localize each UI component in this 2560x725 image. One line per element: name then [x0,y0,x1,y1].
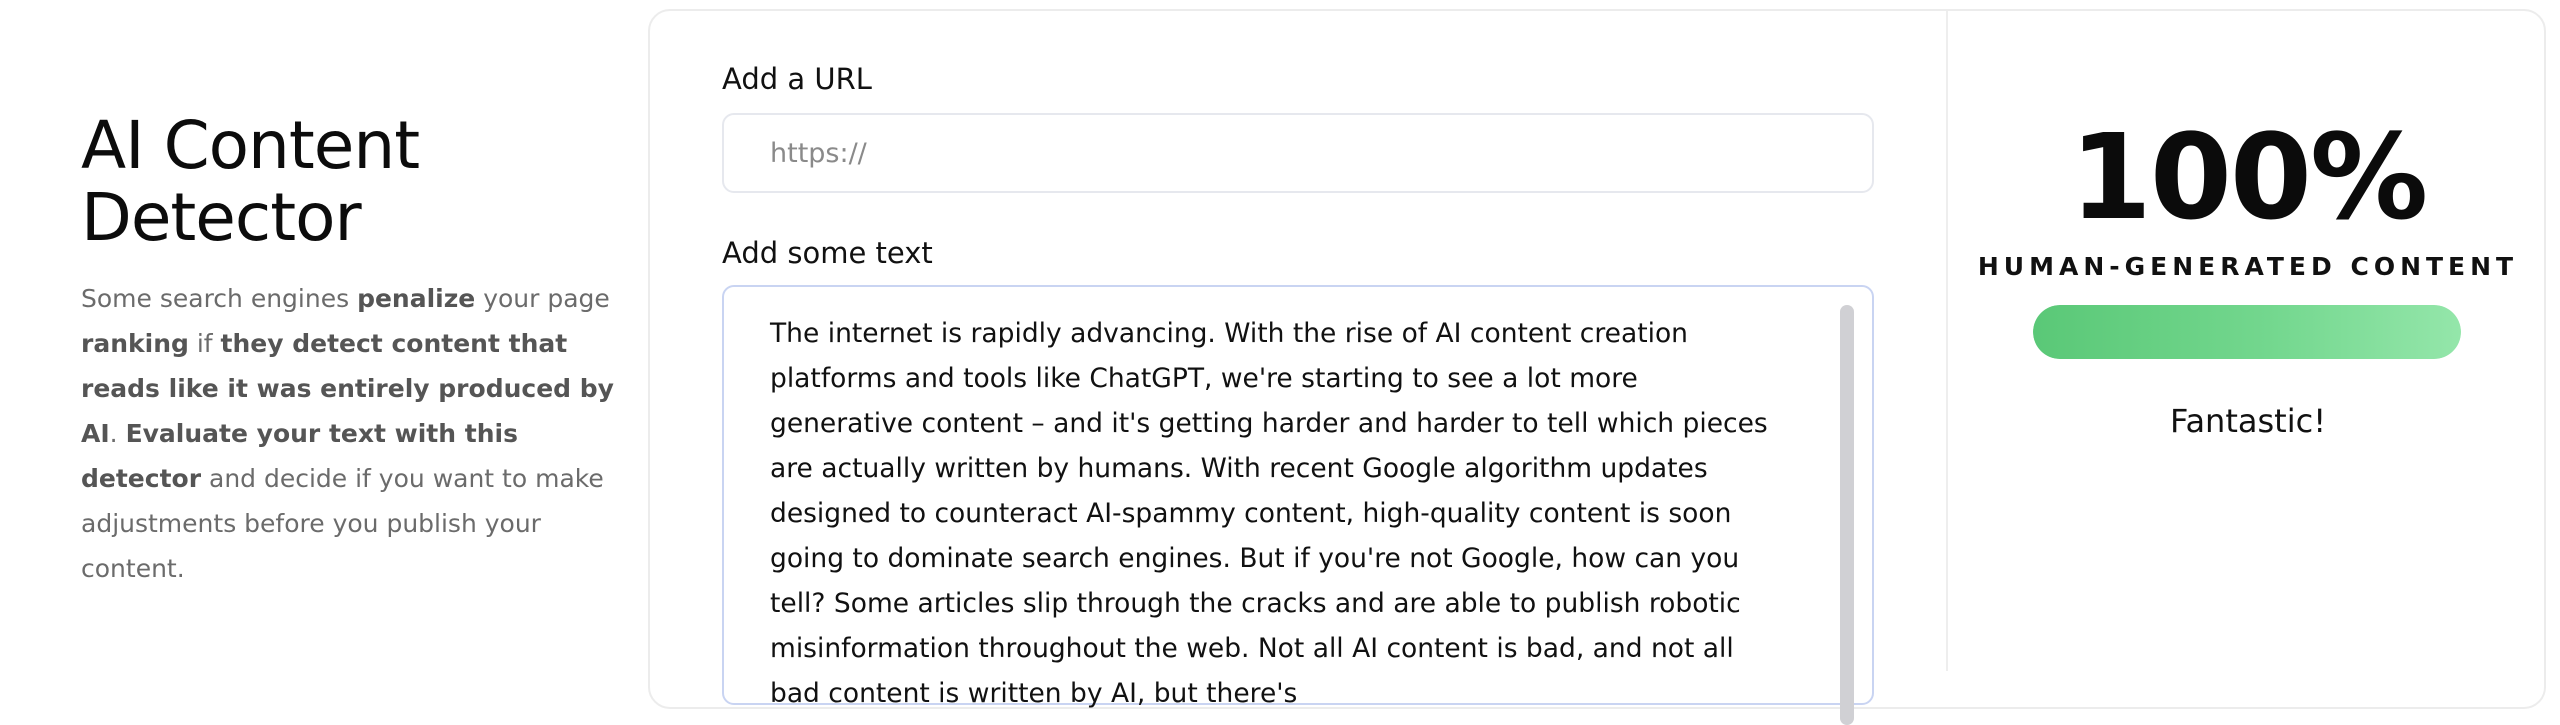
desc-text: Some search engines [81,284,358,313]
text-label: Add some text [722,236,933,270]
desc-bold: penalize [357,284,476,313]
text-scrollbar[interactable] [1840,305,1854,725]
desc-text: your page [475,284,610,313]
panel-divider [1946,11,1948,671]
score-bar [2033,305,2461,359]
score-label: HUMAN-GENERATED CONTENT [1977,252,2519,281]
desc-text: . [109,419,126,448]
text-input[interactable]: The internet is rapidly advancing. With … [722,285,1874,725]
page-title-line1: AI Content [81,107,420,184]
url-input[interactable] [722,113,1874,193]
score-value: 100% [2069,108,2429,246]
page-title: AI Content Detector [81,110,621,254]
intro-description: Some search engines penalize your page r… [81,276,621,591]
text-input-content[interactable]: The internet is rapidly advancing. With … [770,311,1780,716]
intro-section: AI Content Detector Some search engines … [81,110,621,591]
desc-text: if [188,329,221,358]
url-label: Add a URL [722,62,872,96]
verdict-text: Fantastic! [2169,402,2327,440]
page-title-line2: Detector [81,179,362,256]
score-bar-fill [2033,305,2461,359]
result-panel: 100% HUMAN-GENERATED CONTENT Fantastic! [1950,0,2546,661]
text-scrollbar-thumb[interactable] [1840,305,1854,725]
desc-bold: ranking [81,329,189,358]
